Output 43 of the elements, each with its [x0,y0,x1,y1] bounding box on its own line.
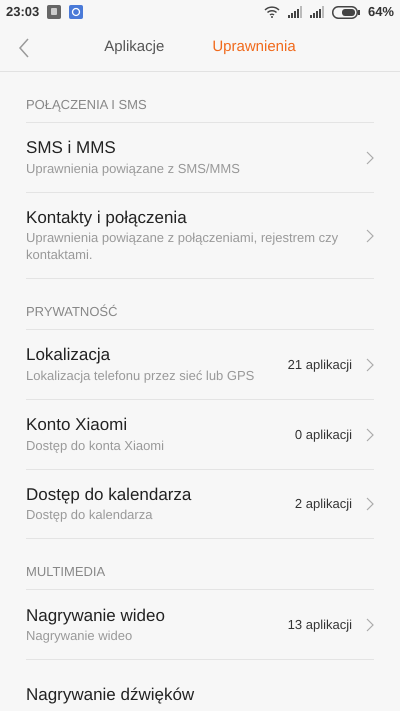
section-header: MULTIMEDIA [26,563,106,582]
tab[interactable]: Aplikacje [104,36,164,59]
settings-item[interactable]: Konto Xiaomi Dostęp do konta Xiaomi 0 aplikacji [26,399,374,470]
item-description: Lokalizacja telefonu przez sieć lub GPS [26,368,256,385]
app-count: 13 aplikacji [288,616,352,634]
settings-item[interactable]: Lokalizacja Lokalizacja telefonu przez sieć lub GPS 21 aplikacji [26,329,374,400]
wifi-icon [264,6,280,18]
signal-icon [310,6,324,18]
notification-icon [47,5,62,19]
settings-item[interactable]: Dostęp do kalendarza Dostęp do kalendarza 2 aplikacji [26,469,374,540]
item-title: Lokalizacja [26,344,112,366]
chevron-icon [366,150,374,164]
app-count: 21 aplikacji [288,356,352,374]
app-count: 2 aplikacji [294,495,352,514]
item-description: Dostęp do kalendarza [26,507,154,524]
section-header: POŁĄCZENIA I SMS [26,96,148,114]
section-header: PRYWATNOŚĆ [26,303,118,322]
item-title: Konto Xiaomi [26,414,128,436]
item-description: Dostęp do konta Xiaomi [26,438,166,455]
app-count: 0 aplikacji [294,426,352,444]
item-description: Uprawnienia powiązane z połączeniami, rejestrem czy kontaktami. [26,230,340,264]
chevron-icon [366,618,374,632]
settings-item[interactable]: SMS i MMS Uprawnienia powiązane z SMS/MMS [26,122,374,192]
chevron-icon [366,497,374,512]
item-title: Nagrywanie dźwięków [26,684,196,705]
chevron-icon [366,358,374,372]
settings-item[interactable]: Kontakty i połączenia Uprawnienia powiązane z połączeniami, rejestrem czy kontaktami. [26,192,374,280]
notification-icon [69,5,84,19]
item-title: Dostęp do kalendarza [26,484,192,506]
clock: 23:03 [6,3,40,22]
battery-percentage: 64% [368,3,394,22]
settings-item[interactable]: Nagrywanie wideo Nagrywanie wideo 13 aplikacji [26,589,374,660]
item-title: SMS i MMS [26,137,117,159]
chevron-icon [366,228,374,243]
battery-icon [332,6,360,18]
item-title: Nagrywanie wideo [26,604,166,626]
chevron-icon [366,428,374,442]
settings-item[interactable]: Nagrywanie dźwięków [26,659,374,711]
item-description: Uprawnienia powiązane z SMS/MMS [26,160,241,178]
back-button[interactable] [18,36,30,60]
item-description: Nagrywanie wideo [26,628,134,645]
signal-icon [288,6,302,18]
item-title: Kontakty i połączenia [26,207,188,228]
